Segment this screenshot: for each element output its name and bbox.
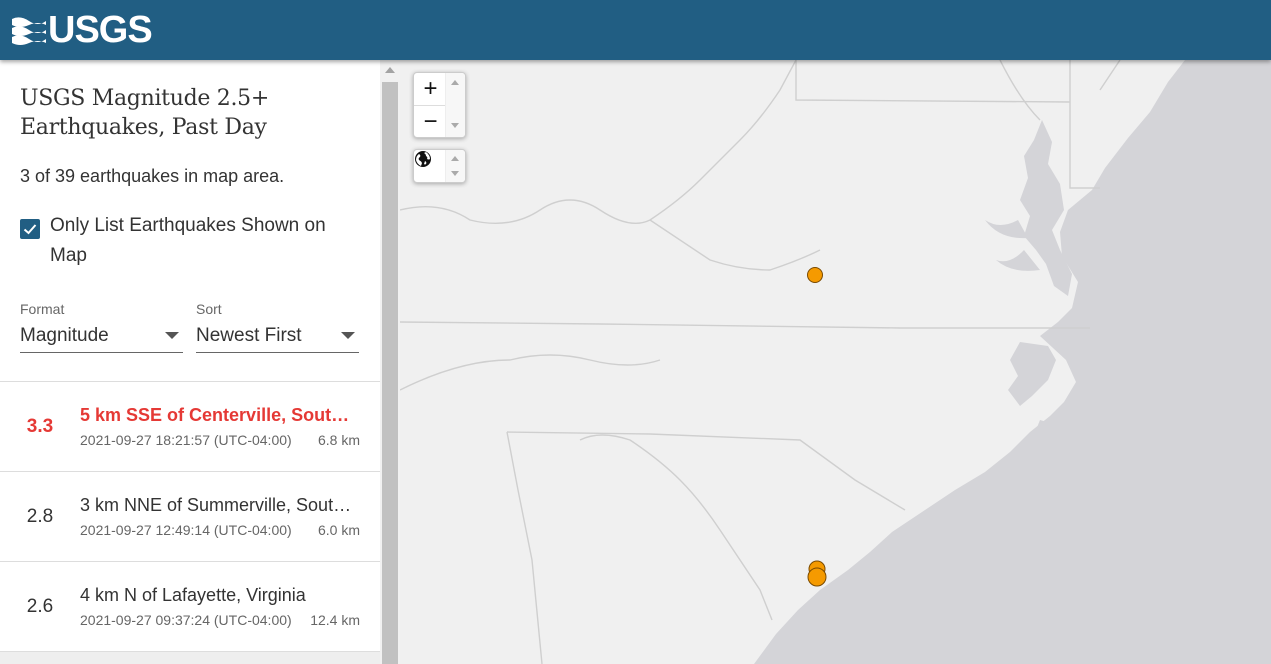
format-value: Magnitude bbox=[20, 324, 109, 346]
map-filter-toggle[interactable]: Only List Earthquakes Shown on Map bbox=[20, 211, 360, 271]
zoom-control: + − bbox=[413, 72, 466, 138]
earthquake-magnitude: 2.8 bbox=[26, 505, 54, 527]
format-label: Format bbox=[20, 301, 65, 317]
usgs-logo[interactable]: USGS bbox=[12, 9, 153, 51]
river-inlet bbox=[985, 220, 1028, 239]
zoom-control-scrollbar[interactable] bbox=[445, 73, 465, 137]
earthquake-time: 2021-09-27 09:37:24 (UTC-04:00) bbox=[80, 612, 292, 628]
globe-icon bbox=[415, 151, 431, 167]
layers-button[interactable] bbox=[414, 150, 447, 182]
format-select[interactable]: Format Magnitude bbox=[20, 301, 183, 353]
scroll-up-arrow-icon bbox=[451, 156, 459, 161]
earthquake-time: 2021-09-27 18:21:57 (UTC-04:00) bbox=[80, 432, 292, 448]
logo-text: USGS bbox=[48, 9, 153, 51]
earthquake-time: 2021-09-27 12:49:14 (UTC-04:00) bbox=[80, 522, 292, 538]
map-basemap bbox=[400, 60, 1271, 664]
checkmark-icon bbox=[23, 224, 37, 235]
sort-label: Sort bbox=[196, 301, 222, 317]
earthquake-list-item[interactable]: 2.6 4 km N of Lafayette, Virginia 2021-0… bbox=[0, 562, 380, 652]
earthquake-depth: 12.4 km bbox=[310, 612, 360, 628]
list-footer-space bbox=[0, 652, 380, 664]
earthquake-list-item[interactable]: 2.8 3 km NNE of Summerville, South Carol… bbox=[0, 472, 380, 562]
sidebar-scrollbar[interactable] bbox=[380, 60, 400, 664]
layers-control-scrollbar[interactable] bbox=[445, 150, 465, 182]
usgs-wave-icon bbox=[12, 13, 46, 47]
caret-down-icon bbox=[341, 332, 355, 339]
earthquake-place: 5 km SSE of Centerville, South Carolina bbox=[80, 405, 360, 425]
caret-down-icon bbox=[165, 332, 179, 339]
scroll-down-arrow-icon bbox=[451, 171, 459, 176]
basemap-layers-control bbox=[413, 149, 466, 183]
earthquake-place: 3 km NNE of Summerville, South Carolina bbox=[80, 495, 360, 515]
sort-dropdown[interactable]: Newest First bbox=[196, 319, 359, 353]
river-inlet bbox=[996, 250, 1040, 271]
scrollbar-thumb[interactable] bbox=[382, 82, 398, 664]
earthquake-depth: 6.0 km bbox=[317, 522, 360, 538]
sound bbox=[1008, 342, 1056, 406]
map-filter-label[interactable]: Only List Earthquakes Shown on Map bbox=[50, 211, 350, 271]
earthquake-list-item[interactable]: 3.3 5 km SSE of Centerville, South Carol… bbox=[0, 382, 380, 472]
format-dropdown[interactable]: Magnitude bbox=[20, 319, 183, 353]
map-filter-checkbox[interactable] bbox=[20, 219, 40, 239]
earthquake-depth: 6.8 km bbox=[317, 432, 360, 448]
zoom-in-button[interactable]: + bbox=[414, 73, 447, 105]
sort-select[interactable]: Sort Newest First bbox=[196, 301, 359, 353]
earthquake-magnitude: 2.6 bbox=[26, 595, 54, 617]
sort-value: Newest First bbox=[196, 324, 302, 346]
earthquake-count: 3 of 39 earthquakes in map area. bbox=[20, 166, 285, 186]
sidebar: USGS Magnitude 2.5+ Earthquakes, Past Da… bbox=[0, 60, 380, 664]
scroll-down-arrow-icon bbox=[451, 123, 459, 128]
earthquake-magnitude: 3.3 bbox=[26, 415, 54, 437]
earthquake-list: 3.3 5 km SSE of Centerville, South Carol… bbox=[0, 381, 380, 664]
scroll-up-arrow-icon bbox=[451, 80, 459, 85]
page-title: USGS Magnitude 2.5+ Earthquakes, Past Da… bbox=[20, 86, 270, 140]
map[interactable]: + − bbox=[400, 60, 1271, 664]
site-header: USGS bbox=[0, 0, 1271, 60]
zoom-out-button[interactable]: − bbox=[414, 106, 447, 138]
earthquake-place: 4 km N of Lafayette, Virginia bbox=[80, 585, 306, 605]
scroll-up-arrow-icon[interactable] bbox=[385, 67, 395, 73]
